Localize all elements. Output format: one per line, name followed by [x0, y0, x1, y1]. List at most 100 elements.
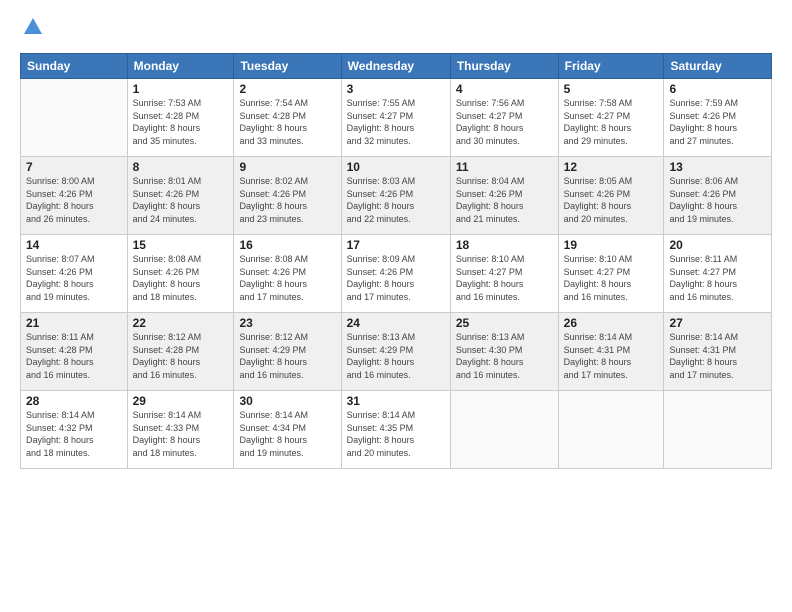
day-info: Sunrise: 8:14 AM Sunset: 4:32 PM Dayligh… — [26, 409, 122, 459]
calendar-cell: 6Sunrise: 7:59 AM Sunset: 4:26 PM Daylig… — [664, 79, 772, 157]
calendar-cell: 26Sunrise: 8:14 AM Sunset: 4:31 PM Dayli… — [558, 313, 664, 391]
calendar-cell: 1Sunrise: 7:53 AM Sunset: 4:28 PM Daylig… — [127, 79, 234, 157]
calendar-week-row: 21Sunrise: 8:11 AM Sunset: 4:28 PM Dayli… — [21, 313, 772, 391]
day-number: 1 — [133, 82, 229, 96]
day-info: Sunrise: 8:11 AM Sunset: 4:28 PM Dayligh… — [26, 331, 122, 381]
day-info: Sunrise: 8:13 AM Sunset: 4:29 PM Dayligh… — [347, 331, 445, 381]
day-info: Sunrise: 8:12 AM Sunset: 4:29 PM Dayligh… — [239, 331, 335, 381]
calendar-cell: 7Sunrise: 8:00 AM Sunset: 4:26 PM Daylig… — [21, 157, 128, 235]
day-info: Sunrise: 8:14 AM Sunset: 4:33 PM Dayligh… — [133, 409, 229, 459]
day-info: Sunrise: 8:12 AM Sunset: 4:28 PM Dayligh… — [133, 331, 229, 381]
calendar-cell: 20Sunrise: 8:11 AM Sunset: 4:27 PM Dayli… — [664, 235, 772, 313]
weekday-header: Wednesday — [341, 54, 450, 79]
day-info: Sunrise: 8:14 AM Sunset: 4:31 PM Dayligh… — [669, 331, 766, 381]
calendar-cell: 28Sunrise: 8:14 AM Sunset: 4:32 PM Dayli… — [21, 391, 128, 469]
day-info: Sunrise: 8:08 AM Sunset: 4:26 PM Dayligh… — [133, 253, 229, 303]
page: SundayMondayTuesdayWednesdayThursdayFrid… — [0, 0, 792, 612]
weekday-header: Monday — [127, 54, 234, 79]
weekday-header: Friday — [558, 54, 664, 79]
calendar-cell — [450, 391, 558, 469]
day-number: 19 — [564, 238, 659, 252]
calendar-cell: 31Sunrise: 8:14 AM Sunset: 4:35 PM Dayli… — [341, 391, 450, 469]
calendar-cell: 10Sunrise: 8:03 AM Sunset: 4:26 PM Dayli… — [341, 157, 450, 235]
day-number: 11 — [456, 160, 553, 174]
calendar-cell — [664, 391, 772, 469]
calendar-cell — [558, 391, 664, 469]
day-info: Sunrise: 8:13 AM Sunset: 4:30 PM Dayligh… — [456, 331, 553, 381]
calendar-cell: 3Sunrise: 7:55 AM Sunset: 4:27 PM Daylig… — [341, 79, 450, 157]
calendar-cell: 9Sunrise: 8:02 AM Sunset: 4:26 PM Daylig… — [234, 157, 341, 235]
calendar: SundayMondayTuesdayWednesdayThursdayFrid… — [20, 53, 772, 469]
calendar-week-row: 14Sunrise: 8:07 AM Sunset: 4:26 PM Dayli… — [21, 235, 772, 313]
weekday-header: Thursday — [450, 54, 558, 79]
day-info: Sunrise: 8:02 AM Sunset: 4:26 PM Dayligh… — [239, 175, 335, 225]
day-number: 31 — [347, 394, 445, 408]
calendar-cell: 25Sunrise: 8:13 AM Sunset: 4:30 PM Dayli… — [450, 313, 558, 391]
day-info: Sunrise: 8:01 AM Sunset: 4:26 PM Dayligh… — [133, 175, 229, 225]
day-info: Sunrise: 8:07 AM Sunset: 4:26 PM Dayligh… — [26, 253, 122, 303]
day-number: 16 — [239, 238, 335, 252]
calendar-cell: 13Sunrise: 8:06 AM Sunset: 4:26 PM Dayli… — [664, 157, 772, 235]
day-number: 3 — [347, 82, 445, 96]
calendar-cell: 23Sunrise: 8:12 AM Sunset: 4:29 PM Dayli… — [234, 313, 341, 391]
day-number: 22 — [133, 316, 229, 330]
day-number: 13 — [669, 160, 766, 174]
day-number: 6 — [669, 82, 766, 96]
day-info: Sunrise: 7:56 AM Sunset: 4:27 PM Dayligh… — [456, 97, 553, 147]
calendar-cell: 11Sunrise: 8:04 AM Sunset: 4:26 PM Dayli… — [450, 157, 558, 235]
calendar-cell: 24Sunrise: 8:13 AM Sunset: 4:29 PM Dayli… — [341, 313, 450, 391]
calendar-cell: 19Sunrise: 8:10 AM Sunset: 4:27 PM Dayli… — [558, 235, 664, 313]
day-info: Sunrise: 8:06 AM Sunset: 4:26 PM Dayligh… — [669, 175, 766, 225]
calendar-cell: 29Sunrise: 8:14 AM Sunset: 4:33 PM Dayli… — [127, 391, 234, 469]
day-info: Sunrise: 7:54 AM Sunset: 4:28 PM Dayligh… — [239, 97, 335, 147]
logo-icon — [22, 16, 44, 38]
day-info: Sunrise: 8:11 AM Sunset: 4:27 PM Dayligh… — [669, 253, 766, 303]
calendar-week-row: 1Sunrise: 7:53 AM Sunset: 4:28 PM Daylig… — [21, 79, 772, 157]
day-number: 10 — [347, 160, 445, 174]
weekday-header: Tuesday — [234, 54, 341, 79]
header — [20, 16, 772, 43]
day-number: 25 — [456, 316, 553, 330]
day-number: 23 — [239, 316, 335, 330]
day-info: Sunrise: 8:08 AM Sunset: 4:26 PM Dayligh… — [239, 253, 335, 303]
day-info: Sunrise: 7:59 AM Sunset: 4:26 PM Dayligh… — [669, 97, 766, 147]
calendar-cell: 14Sunrise: 8:07 AM Sunset: 4:26 PM Dayli… — [21, 235, 128, 313]
header-row: SundayMondayTuesdayWednesdayThursdayFrid… — [21, 54, 772, 79]
day-info: Sunrise: 8:10 AM Sunset: 4:27 PM Dayligh… — [456, 253, 553, 303]
day-number: 9 — [239, 160, 335, 174]
day-number: 21 — [26, 316, 122, 330]
logo — [20, 16, 44, 43]
day-number: 15 — [133, 238, 229, 252]
calendar-cell: 4Sunrise: 7:56 AM Sunset: 4:27 PM Daylig… — [450, 79, 558, 157]
calendar-cell: 5Sunrise: 7:58 AM Sunset: 4:27 PM Daylig… — [558, 79, 664, 157]
calendar-cell: 12Sunrise: 8:05 AM Sunset: 4:26 PM Dayli… — [558, 157, 664, 235]
day-number: 12 — [564, 160, 659, 174]
day-info: Sunrise: 8:14 AM Sunset: 4:31 PM Dayligh… — [564, 331, 659, 381]
day-info: Sunrise: 8:05 AM Sunset: 4:26 PM Dayligh… — [564, 175, 659, 225]
calendar-cell: 16Sunrise: 8:08 AM Sunset: 4:26 PM Dayli… — [234, 235, 341, 313]
day-number: 24 — [347, 316, 445, 330]
weekday-header: Sunday — [21, 54, 128, 79]
day-number: 5 — [564, 82, 659, 96]
day-number: 18 — [456, 238, 553, 252]
logo-text — [20, 16, 44, 43]
day-number: 7 — [26, 160, 122, 174]
logo-block — [20, 16, 44, 43]
day-number: 26 — [564, 316, 659, 330]
day-number: 2 — [239, 82, 335, 96]
day-number: 4 — [456, 82, 553, 96]
day-number: 28 — [26, 394, 122, 408]
calendar-cell: 2Sunrise: 7:54 AM Sunset: 4:28 PM Daylig… — [234, 79, 341, 157]
day-info: Sunrise: 8:10 AM Sunset: 4:27 PM Dayligh… — [564, 253, 659, 303]
calendar-week-row: 28Sunrise: 8:14 AM Sunset: 4:32 PM Dayli… — [21, 391, 772, 469]
day-number: 29 — [133, 394, 229, 408]
day-number: 20 — [669, 238, 766, 252]
day-number: 30 — [239, 394, 335, 408]
calendar-week-row: 7Sunrise: 8:00 AM Sunset: 4:26 PM Daylig… — [21, 157, 772, 235]
calendar-cell: 15Sunrise: 8:08 AM Sunset: 4:26 PM Dayli… — [127, 235, 234, 313]
day-number: 14 — [26, 238, 122, 252]
calendar-cell: 27Sunrise: 8:14 AM Sunset: 4:31 PM Dayli… — [664, 313, 772, 391]
day-info: Sunrise: 8:09 AM Sunset: 4:26 PM Dayligh… — [347, 253, 445, 303]
calendar-cell: 21Sunrise: 8:11 AM Sunset: 4:28 PM Dayli… — [21, 313, 128, 391]
day-info: Sunrise: 8:00 AM Sunset: 4:26 PM Dayligh… — [26, 175, 122, 225]
